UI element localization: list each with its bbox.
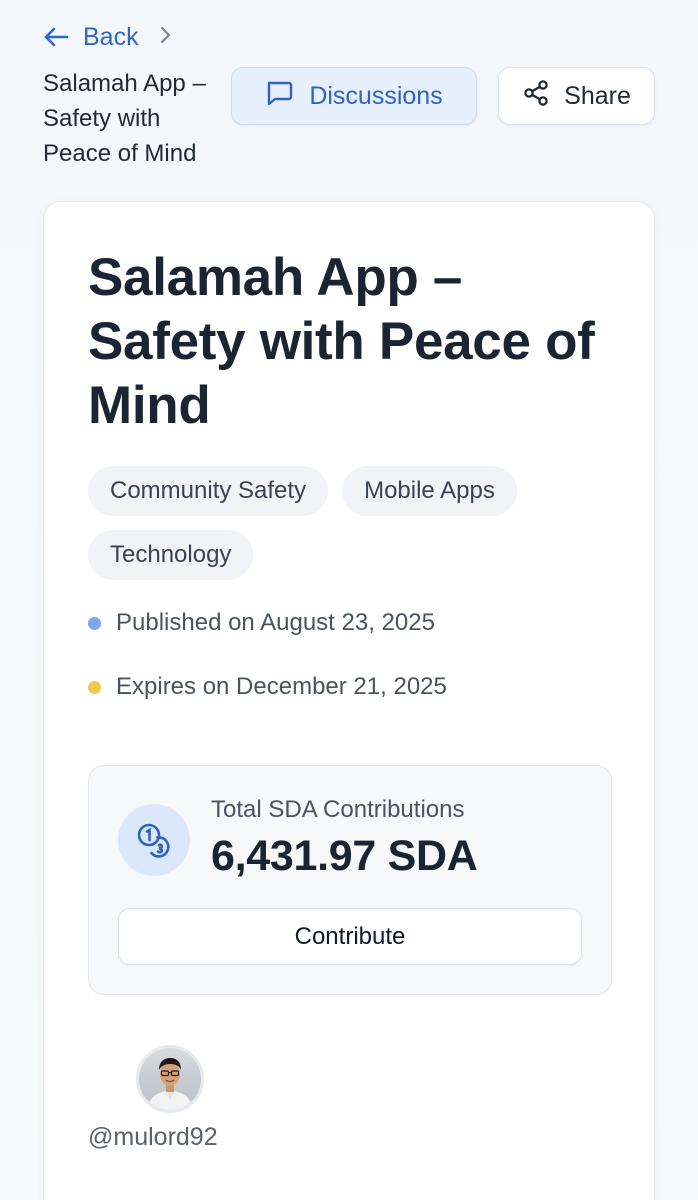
coins-icon: [118, 804, 190, 876]
avatar[interactable]: [136, 1045, 204, 1113]
published-date: Published on August 23, 2025: [116, 609, 435, 636]
arrow-left-icon: [43, 26, 69, 48]
expires-date: Expires on December 21, 2025: [116, 673, 447, 700]
back-link[interactable]: Back: [43, 23, 139, 52]
contributions-amount: 6,431.97 SDA: [211, 832, 478, 880]
published-date-row: Published on August 23, 2025: [88, 609, 435, 637]
published-dot-icon: [88, 616, 101, 630]
tag-mobile-apps[interactable]: Mobile Apps: [342, 466, 517, 516]
share-button[interactable]: Share: [498, 67, 655, 125]
tag-technology[interactable]: Technology: [88, 530, 254, 580]
share-icon: [522, 79, 550, 114]
tag-community-safety[interactable]: Community Safety: [88, 466, 329, 516]
discussions-label: Discussions: [309, 81, 443, 110]
chat-bubble-icon: [265, 80, 293, 113]
contribute-button[interactable]: Contribute: [118, 908, 582, 965]
breadcrumb-current-title: Salamah App – Safety with Peace of Mind: [43, 70, 206, 167]
discussions-button[interactable]: Discussions: [231, 67, 477, 125]
tag-list: Community Safety Mobile Apps Technology: [88, 466, 608, 580]
expires-date-row: Expires on December 21, 2025: [88, 673, 447, 701]
page: Back Salamah App – Safety with Peace of …: [0, 0, 698, 1200]
share-label: Share: [564, 81, 631, 110]
contributions-label: Total SDA Contributions: [211, 796, 465, 823]
project-card: Salamah App – Safety with Peace of Mind …: [43, 201, 655, 1200]
back-label: Back: [83, 22, 139, 51]
breadcrumb: Back: [43, 20, 171, 54]
expires-dot-icon: [88, 680, 101, 694]
chevron-right-icon: [159, 26, 171, 49]
contributions-panel: Total SDA Contributions 6,431.97 SDA Con…: [88, 765, 612, 995]
author-username[interactable]: @mulord92: [88, 1123, 218, 1152]
project-title: Salamah App – Safety with Peace of Mind: [88, 248, 595, 435]
